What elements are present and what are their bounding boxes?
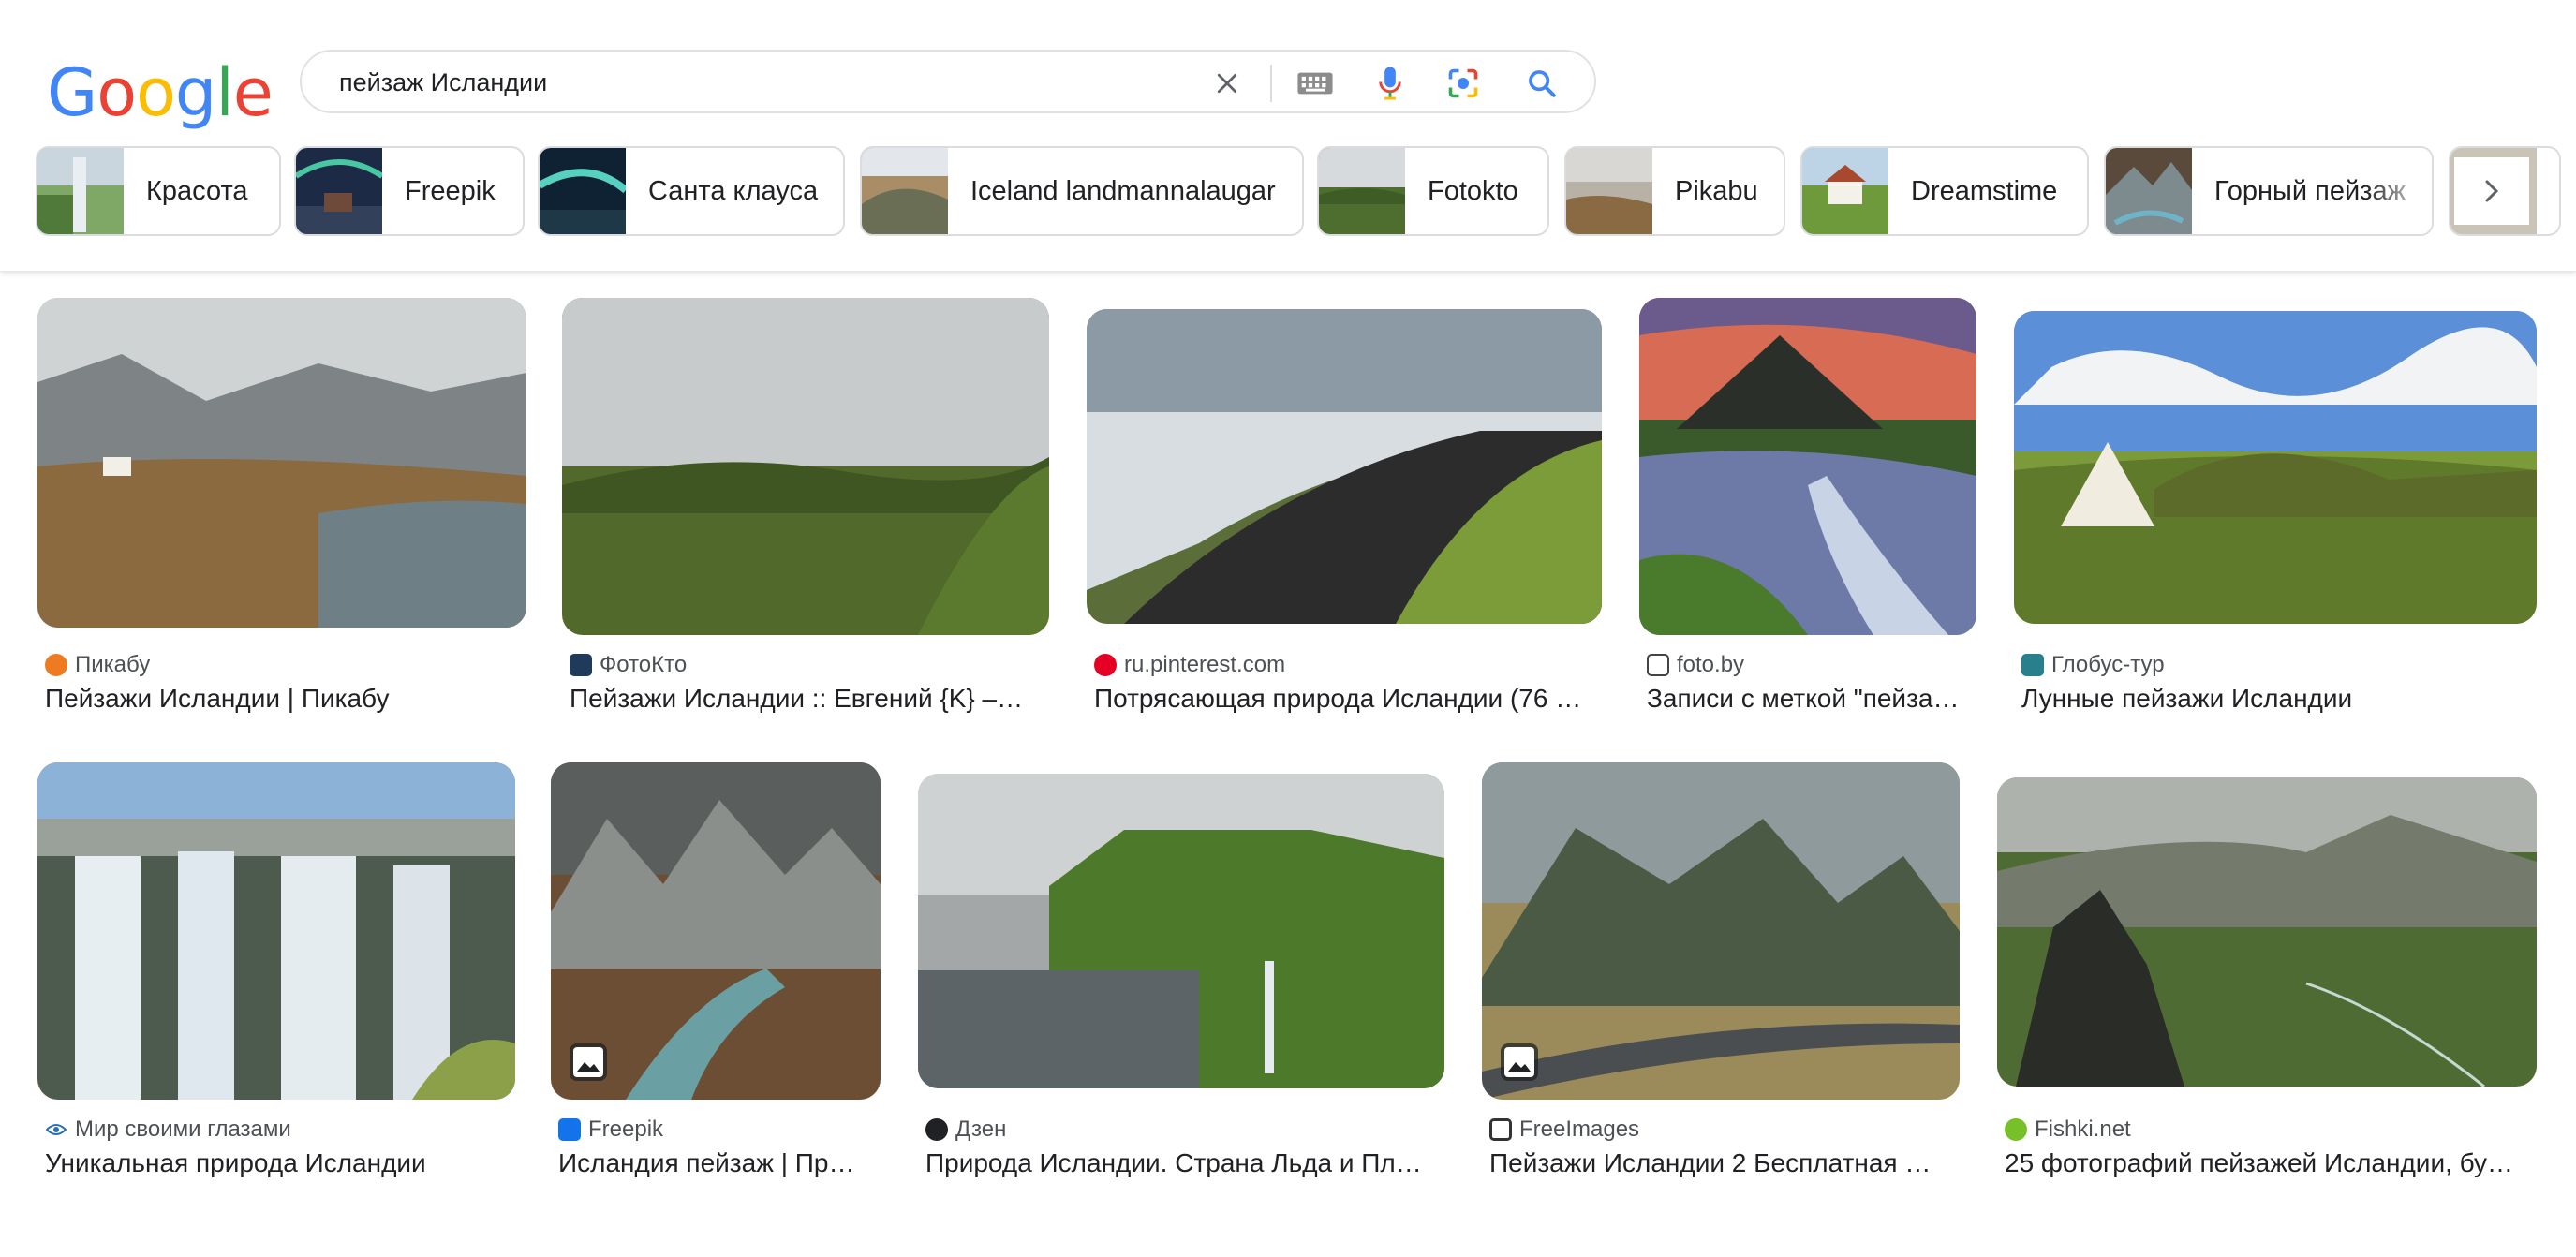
freepik-favicon-icon [558, 1118, 581, 1141]
result-title[interactable]: Исландия пейзаж | Пр… [558, 1148, 877, 1178]
result-source: Fishki.net [2005, 1117, 2131, 1143]
search-icon[interactable] [1523, 65, 1561, 102]
chip-label: Freepik [405, 175, 496, 206]
chip-thumbnail [540, 148, 626, 234]
result-title[interactable]: Пейзажи Исландии 2 Бесплатная … [1489, 1148, 1958, 1178]
chip-thumbnail [862, 148, 948, 234]
chip-thumbnail [1319, 148, 1405, 234]
chip-thumbnail [2106, 148, 2192, 234]
search-box[interactable]: пейзаж Исландии [300, 50, 1596, 113]
result-source: ФотоКто [570, 652, 687, 678]
logo-letter: l [215, 54, 233, 131]
result-source: foto.by [1647, 652, 1744, 678]
chip-santa[interactable]: Санта клауса [538, 146, 845, 236]
chevron-right-icon[interactable] [2454, 157, 2529, 225]
chip-thumbnail [37, 148, 124, 234]
chip-thumbnail [296, 148, 382, 234]
chip-gorny-peyzazh[interactable]: Горный пейзаж [2104, 146, 2434, 236]
search-divider [1270, 65, 1272, 102]
result-source: Freepik [558, 1117, 663, 1143]
chip-pikabu[interactable]: Pikabu [1564, 146, 1785, 236]
search-input[interactable]: пейзаж Исландии [339, 68, 547, 97]
result-source: Пикабу [45, 652, 150, 678]
chip-label: Iceland landmannalaugar [970, 175, 1276, 206]
result-image[interactable] [2014, 311, 2537, 624]
result-title[interactable]: Лунные пейзажи Исландии [2021, 684, 2535, 714]
chip-krasota[interactable]: Красота [36, 146, 281, 236]
eye-favicon-icon [45, 1118, 67, 1141]
result-source: Мир своими глазами [45, 1117, 291, 1143]
header: Google пейзаж Исландии Красота Freepik С… [0, 0, 2576, 272]
result-image[interactable] [1087, 309, 1602, 624]
filter-chips: Красота Freepik Санта клауса Iceland lan… [36, 146, 2561, 236]
result-source: Глобус-тур [2021, 652, 2165, 678]
result-image[interactable] [37, 298, 526, 628]
chip-fade [2366, 148, 2432, 234]
logo-letter: e [232, 54, 274, 131]
chip-landmannalaugar[interactable]: Iceland landmannalaugar [860, 146, 1304, 236]
logo-letter: g [174, 54, 216, 131]
result-image[interactable] [1639, 298, 1976, 635]
globus-tour-favicon-icon [2021, 654, 2044, 676]
image-badge-icon [570, 1043, 607, 1081]
dzen-favicon-icon [925, 1118, 948, 1141]
fishki-favicon-icon [2005, 1118, 2027, 1141]
pikabu-favicon-icon [45, 654, 67, 676]
keyboard-icon[interactable] [1296, 65, 1334, 102]
result-source: Дзен [925, 1117, 1006, 1143]
lens-icon[interactable] [1444, 65, 1482, 102]
result-title[interactable]: 25 фотографий пейзажей Исландии, бу… [2005, 1148, 2535, 1178]
chip-thumbnail [1566, 148, 1652, 234]
chip-fotokto[interactable]: Fotokto [1317, 146, 1549, 236]
result-image[interactable] [1482, 762, 1960, 1100]
result-source: ru.pinterest.com [1094, 652, 1285, 678]
chip-freepik[interactable]: Freepik [294, 146, 525, 236]
fotokto-favicon-icon [570, 654, 592, 676]
result-title[interactable]: Пейзажи Исландии :: Евгений {K} –… [570, 684, 1038, 714]
camera-favicon-icon [1647, 654, 1669, 676]
pinterest-favicon-icon [1094, 654, 1117, 676]
chip-label: Санта клауса [648, 175, 819, 206]
result-image[interactable] [551, 762, 881, 1100]
result-image[interactable] [562, 298, 1049, 635]
chip-thumbnail [1802, 148, 1888, 234]
result-title[interactable]: Записи с меткой "пейза… [1647, 684, 1975, 714]
result-source: FreeImages [1489, 1117, 1639, 1143]
result-title[interactable]: Потрясающая природа Исландии (76 … [1094, 684, 1600, 714]
google-logo[interactable]: Google [47, 54, 274, 131]
microphone-icon[interactable] [1371, 65, 1409, 102]
result-image[interactable] [918, 774, 1444, 1088]
logo-letter: o [136, 54, 176, 131]
result-title[interactable]: Уникальная природа Исландии [45, 1148, 513, 1178]
freeimages-favicon-icon [1489, 1118, 1512, 1141]
result-title[interactable]: Пейзажи Исландии | Пикабу [45, 684, 532, 714]
logo-letter: G [47, 54, 97, 131]
image-badge-icon [1501, 1043, 1538, 1081]
chip-label: Fotokto [1428, 175, 1518, 206]
result-image[interactable] [37, 762, 515, 1100]
chip-dreamstime[interactable]: Dreamstime [1800, 146, 2089, 236]
logo-letter: o [96, 54, 137, 131]
result-title[interactable]: Природа Исландии. Страна Льда и Пл… [925, 1148, 1441, 1178]
clear-icon[interactable] [1208, 65, 1246, 102]
chip-label: Красота [146, 175, 248, 206]
chip-label: Dreamstime [1911, 175, 2058, 206]
result-image[interactable] [1997, 777, 2537, 1087]
chip-label: Pikabu [1675, 175, 1758, 206]
